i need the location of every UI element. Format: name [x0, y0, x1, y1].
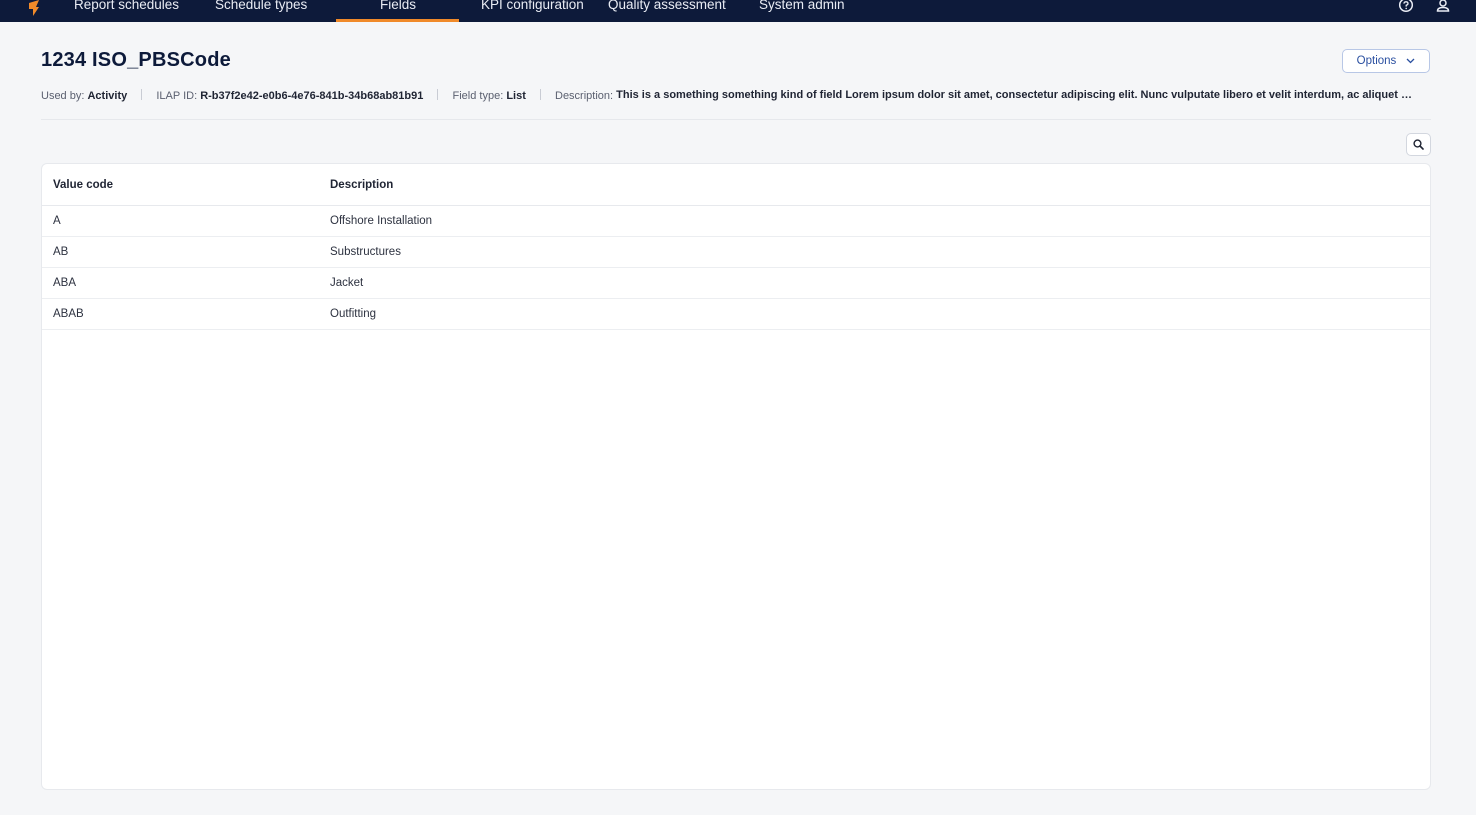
help-circle-icon[interactable] [1397, 0, 1415, 16]
table-row[interactable]: AB Substructures [42, 237, 1430, 268]
field-type-value: List [506, 90, 526, 102]
meta-separator [437, 89, 439, 100]
options-label: Options [1356, 55, 1397, 67]
cell-description: Offshore Installation [330, 215, 433, 227]
table-row[interactable]: ABAB Outfitting [42, 299, 1430, 330]
chevron-down-icon [1406, 58, 1415, 64]
values-table: Value code Description A Offshore Instal… [41, 163, 1431, 790]
cell-value-code: A [53, 215, 61, 227]
options-button[interactable]: Options [1342, 49, 1430, 73]
table-row[interactable]: ABA Jacket [42, 268, 1430, 299]
cell-description: Substructures [330, 246, 401, 258]
field-type-label: Field type: [452, 90, 504, 102]
search-icon [1413, 139, 1424, 150]
nav-item-system-admin[interactable]: System admin [759, 0, 845, 19]
nav-item-quality-assessment[interactable]: Quality assessment [608, 0, 726, 19]
active-tab-indicator [336, 19, 459, 22]
column-header-description[interactable]: Description [330, 179, 393, 191]
app-logo-icon[interactable] [27, 0, 41, 16]
used-by-value: Activity [87, 90, 128, 102]
cell-value-code: ABA [53, 277, 77, 289]
table-header: Value code Description [42, 164, 1430, 206]
nav-item-schedule-types[interactable]: Schedule types [215, 0, 307, 19]
ilap-id-value: R-b37f2e42-e0b6-4e76-841b-34b68ab81b91 [200, 90, 424, 102]
description-value: This is a something something kind of fi… [616, 89, 1415, 101]
used-by-label: Used by: [41, 90, 85, 102]
field-meta: Used by: Activity ILAP ID: R-b37f2e42-e0… [41, 89, 1441, 103]
table-row[interactable]: A Offshore Installation [42, 206, 1430, 237]
nav-item-report-schedules[interactable]: Report schedules [74, 0, 179, 19]
column-header-value-code[interactable]: Value code [53, 179, 113, 191]
description-label: Description: [555, 90, 614, 102]
meta-separator [141, 89, 143, 100]
cell-description: Jacket [330, 277, 364, 289]
search-button[interactable] [1406, 133, 1431, 156]
user-icon[interactable] [1434, 0, 1452, 16]
header-divider [41, 119, 1431, 120]
page-title: 1234 ISO_PBSCode [41, 49, 231, 71]
cell-value-code: ABAB [53, 308, 84, 320]
top-nav: Report schedules Schedule types Fields K… [0, 0, 1476, 22]
nav-item-kpi-configuration[interactable]: KPI configuration [481, 0, 584, 19]
nav-item-fields[interactable]: Fields [380, 0, 416, 19]
ilap-id-label: ILAP ID: [156, 90, 198, 102]
cell-value-code: AB [53, 246, 69, 258]
meta-separator [539, 89, 541, 100]
cell-description: Outfitting [330, 308, 377, 320]
